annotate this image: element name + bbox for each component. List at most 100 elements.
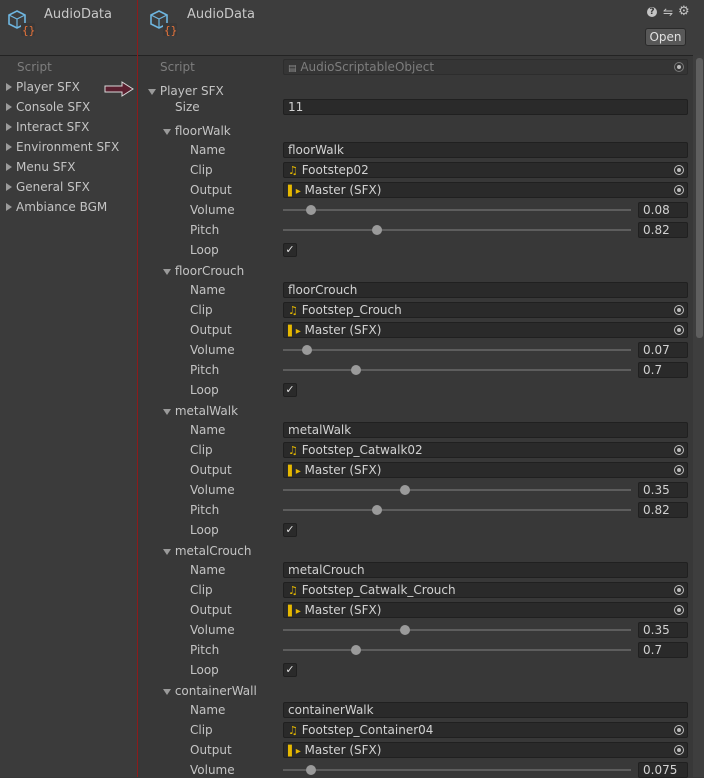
volume-slider-track[interactable] [283, 769, 631, 771]
object-picker-icon[interactable] [674, 165, 684, 175]
left-item[interactable]: General SFX [6, 180, 90, 194]
left-item[interactable]: Interact SFX [6, 120, 89, 134]
object-picker-icon[interactable] [674, 745, 684, 755]
volume-field[interactable]: 0.07 [638, 342, 688, 358]
clip-value: Footstep_Catwalk_Crouch [301, 583, 456, 597]
settings-sliders-icon[interactable]: ⇋ [663, 5, 673, 19]
volume-field[interactable]: 0.08 [638, 202, 688, 218]
object-picker-icon[interactable] [674, 465, 684, 475]
output-field[interactable]: ▌▸ Master (SFX) [283, 182, 688, 198]
pitch-field[interactable]: 0.7 [638, 642, 688, 658]
name-field[interactable]: floorWalk [283, 142, 688, 158]
clip-label: Clip [190, 723, 213, 737]
left-item-label: Player SFX [16, 80, 80, 94]
name-field[interactable]: floorCrouch [283, 282, 688, 298]
name-field[interactable]: containerWalk [283, 702, 688, 718]
volume-slider-knob[interactable] [305, 765, 316, 775]
player-sfx-foldout[interactable]: Player SFX [148, 84, 224, 98]
pitch-slider-knob[interactable] [351, 365, 362, 375]
gear-icon[interactable]: ⚙ [678, 4, 690, 19]
name-label: Name [190, 703, 226, 717]
output-field[interactable]: ▌▸ Master (SFX) [283, 742, 688, 758]
object-picker-icon[interactable] [674, 725, 684, 735]
open-button[interactable]: Open [645, 28, 686, 46]
object-picker-icon[interactable] [674, 305, 684, 315]
scriptable-object-icon: {} [8, 10, 35, 37]
volume-field[interactable]: 0.35 [638, 622, 688, 638]
left-item-label: Console SFX [16, 100, 91, 114]
volume-slider-track[interactable] [283, 209, 631, 211]
entry-foldout[interactable]: metalCrouch [163, 544, 252, 558]
pitch-field[interactable]: 0.7 [638, 362, 688, 378]
pitch-slider-track[interactable] [283, 509, 631, 511]
pitch-slider-knob[interactable] [351, 645, 362, 655]
name-field[interactable]: metalWalk [283, 422, 688, 438]
output-value: Master (SFX) [304, 463, 382, 477]
left-item[interactable]: Environment SFX [6, 140, 119, 154]
script-field: ▤ AudioScriptableObject [283, 59, 688, 75]
volume-slider-knob[interactable] [305, 205, 316, 215]
output-field[interactable]: ▌▸ Master (SFX) [283, 462, 688, 478]
pitch-slider-knob[interactable] [371, 505, 382, 515]
clip-label: Clip [190, 303, 213, 317]
entry-foldout[interactable]: floorCrouch [163, 264, 244, 278]
entry-foldout[interactable]: containerWall [163, 684, 257, 698]
left-item[interactable]: Player SFX [6, 80, 80, 94]
name-field[interactable]: metalCrouch [283, 562, 688, 578]
loop-checkbox[interactable]: ✓ [283, 663, 297, 677]
pitch-slider-track[interactable] [283, 649, 631, 651]
output-value: Master (SFX) [304, 323, 382, 337]
clip-field[interactable]: ♫ Footstep02 [283, 162, 688, 178]
output-field[interactable]: ▌▸ Master (SFX) [283, 322, 688, 338]
clip-label: Clip [190, 583, 213, 597]
entry-header: floorCrouch [174, 264, 245, 278]
entry-header: floorWalk [174, 124, 231, 138]
volume-slider-track[interactable] [283, 629, 631, 631]
object-picker-icon [674, 62, 684, 72]
size-label: Size [175, 100, 200, 114]
left-item-label: Ambiance BGM [16, 200, 108, 214]
audio-clip-icon: ♫ [288, 164, 298, 177]
left-inspector-panel: {} AudioData Script Player SFX Console SF… [0, 0, 137, 777]
object-picker-icon[interactable] [674, 585, 684, 595]
help-icon[interactable]: ? [647, 7, 657, 17]
volume-slider-track[interactable] [283, 349, 631, 351]
object-picker-icon[interactable] [674, 445, 684, 455]
volume-slider-knob[interactable] [302, 345, 313, 355]
size-field[interactable]: 11 [283, 99, 688, 115]
left-title: AudioData [44, 7, 112, 22]
left-script-label: Script [17, 60, 52, 74]
clip-field[interactable]: ♫ Footstep_Container04 [283, 722, 688, 738]
entry-foldout[interactable]: floorWalk [163, 124, 231, 138]
loop-checkbox[interactable]: ✓ [283, 243, 297, 257]
pitch-field[interactable]: 0.82 [638, 502, 688, 518]
left-item[interactable]: Ambiance BGM [6, 200, 107, 214]
pitch-slider-knob[interactable] [371, 225, 382, 235]
left-item[interactable]: Menu SFX [6, 160, 76, 174]
object-picker-icon[interactable] [674, 185, 684, 195]
loop-checkbox[interactable]: ✓ [283, 383, 297, 397]
pitch-slider-track[interactable] [283, 369, 631, 371]
foldout-collapsed-icon [6, 83, 12, 91]
foldout-collapsed-icon [6, 123, 12, 131]
entry-header: containerWall [174, 684, 257, 698]
clip-field[interactable]: ♫ Footstep_Catwalk_Crouch [283, 582, 688, 598]
loop-checkbox[interactable]: ✓ [283, 523, 297, 537]
object-picker-icon[interactable] [674, 605, 684, 615]
volume-field[interactable]: 0.35 [638, 482, 688, 498]
volume-slider-track[interactable] [283, 489, 631, 491]
volume-field[interactable]: 0.075 [638, 762, 688, 778]
pitch-slider-track[interactable] [283, 229, 631, 231]
left-item[interactable]: Console SFX [6, 100, 90, 114]
object-picker-icon[interactable] [674, 325, 684, 335]
script-label: Script [160, 60, 195, 74]
output-field[interactable]: ▌▸ Master (SFX) [283, 602, 688, 618]
pitch-field[interactable]: 0.82 [638, 222, 688, 238]
volume-slider-knob[interactable] [399, 625, 410, 635]
entry-foldout[interactable]: metalWalk [163, 404, 238, 418]
scrollbar-thumb[interactable] [696, 58, 703, 338]
volume-slider-knob[interactable] [399, 485, 410, 495]
foldout-collapsed-icon [6, 183, 12, 191]
clip-field[interactable]: ♫ Footstep_Catwalk02 [283, 442, 688, 458]
clip-field[interactable]: ♫ Footstep_Crouch [283, 302, 688, 318]
